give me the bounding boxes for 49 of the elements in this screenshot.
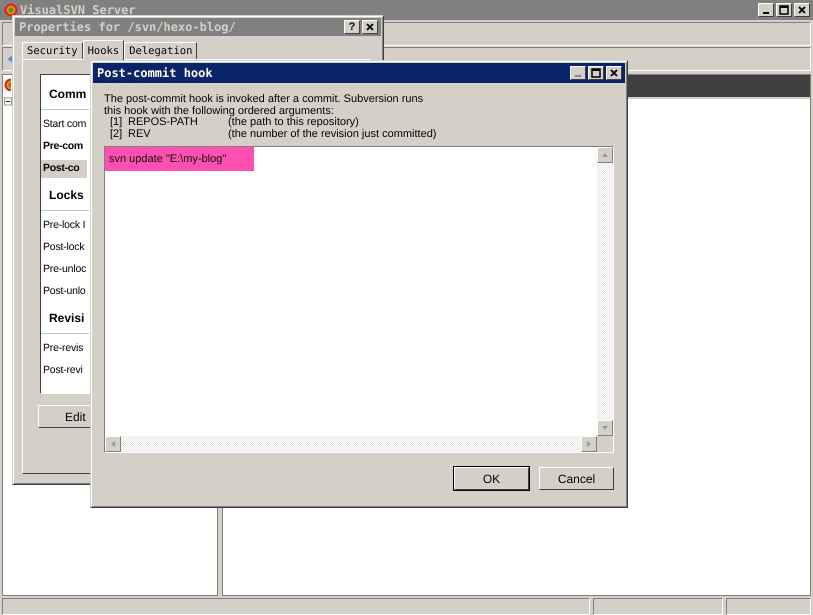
scroll-down-icon bbox=[601, 424, 609, 432]
maximize-button[interactable] bbox=[588, 66, 604, 80]
scroll-left-icon bbox=[109, 440, 117, 448]
maximize-icon bbox=[591, 68, 601, 78]
scroll-up-icon bbox=[601, 151, 609, 159]
hook-item[interactable]: Post-unlo bbox=[41, 283, 87, 301]
script-text: svn update "E:\my-blog" bbox=[105, 147, 254, 171]
collapse-icon[interactable] bbox=[4, 97, 12, 106]
window-title: VisualSVN Server bbox=[20, 3, 136, 17]
argument-name: REPOS-PATH bbox=[128, 117, 198, 128]
group-heading: Revisi bbox=[41, 305, 89, 334]
hook-item[interactable]: Pre-unloc bbox=[41, 261, 87, 279]
scrollbar-corner bbox=[597, 436, 613, 452]
hook-item[interactable]: Start com bbox=[41, 116, 87, 134]
minimize-button[interactable] bbox=[570, 66, 586, 80]
script-editor[interactable]: svn update "E:\my-blog" bbox=[104, 146, 614, 453]
dialog-title: Post-commit hook bbox=[97, 66, 213, 80]
hook-item[interactable]: Post-co bbox=[41, 160, 87, 178]
hook-item[interactable]: Pre-revis bbox=[41, 340, 87, 358]
window-title: Properties for /svn/hexo-blog/ bbox=[19, 20, 236, 34]
hook-item[interactable]: Post-revi bbox=[41, 362, 87, 380]
minimize-icon bbox=[763, 12, 769, 14]
logo-icon bbox=[4, 3, 18, 17]
tab[interactable]: Security bbox=[22, 42, 83, 59]
argument-description: (the path to this repository) bbox=[228, 117, 359, 128]
dialog-button[interactable]: OK bbox=[454, 467, 529, 490]
close-icon bbox=[365, 22, 375, 32]
hook-item[interactable]: Pre-lock I bbox=[41, 217, 87, 235]
argument-name: REV bbox=[128, 128, 152, 140]
dialog-button[interactable]: Cancel bbox=[539, 467, 614, 490]
description-text: this hook with the following ordered arguments: bbox=[104, 106, 335, 117]
vertical-scrollbar[interactable] bbox=[597, 147, 613, 436]
close-icon bbox=[797, 5, 807, 15]
argument-index: [2] bbox=[110, 128, 124, 140]
group-heading: Locks bbox=[41, 182, 89, 211]
argument-index: [1] bbox=[110, 117, 124, 128]
maximize-icon bbox=[779, 5, 789, 15]
scroll-right-icon bbox=[585, 440, 593, 448]
minimize-icon bbox=[575, 75, 581, 77]
horizontal-scrollbar[interactable] bbox=[105, 436, 613, 452]
tab[interactable]: Delegation bbox=[124, 42, 198, 59]
close-icon bbox=[609, 68, 619, 78]
tab[interactable]: Hooks bbox=[82, 40, 124, 60]
argument-description: (the number of the revision just committed) bbox=[228, 128, 436, 140]
description-text: The post-commit hook is invoked after a commit. Subversion runs bbox=[104, 94, 424, 106]
hook-item[interactable]: Pre-com bbox=[41, 138, 87, 156]
close-button[interactable] bbox=[606, 66, 622, 80]
hook-item[interactable]: Post-lock bbox=[41, 239, 87, 257]
group-heading: Comm bbox=[41, 81, 89, 110]
